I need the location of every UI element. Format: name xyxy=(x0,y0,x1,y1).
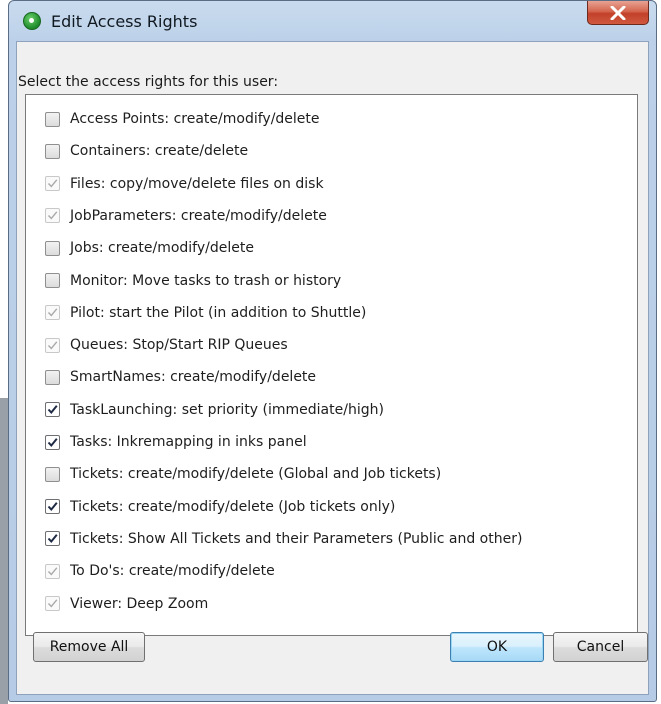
remove-all-button[interactable]: Remove All xyxy=(33,632,145,662)
checkmark-icon xyxy=(47,211,58,220)
permission-item[interactable]: Tickets: Show All Tickets and their Para… xyxy=(45,529,522,549)
permission-checkbox[interactable] xyxy=(45,240,60,256)
permission-checkbox[interactable] xyxy=(45,596,60,611)
permission-checkbox[interactable] xyxy=(45,563,60,579)
checkmark-icon xyxy=(47,599,58,608)
checkmark-icon xyxy=(47,567,58,576)
permission-label: Queues: Stop/Start RIP Queues xyxy=(70,337,288,354)
permission-label: SmartNames: create/modify/delete xyxy=(70,369,317,386)
permission-item[interactable]: JobParameters: create/modify/delete xyxy=(45,206,327,226)
permission-label: Tasks: Inkremapping in inks panel xyxy=(70,434,307,450)
permission-label: Pilot: start the Pilot (in addition to S… xyxy=(70,304,367,321)
permission-label: Jobs: create/modify/delete xyxy=(70,240,254,257)
permission-item[interactable]: Viewer: Deep Zoom xyxy=(45,594,208,614)
cancel-button[interactable]: Cancel xyxy=(553,632,648,662)
permission-label: Monitor: Move tasks to trash or history xyxy=(70,272,342,289)
permission-checkbox[interactable] xyxy=(45,208,60,224)
permission-label: To Do's: create/modify/delete xyxy=(70,563,275,580)
permission-checkbox[interactable] xyxy=(45,305,60,321)
close-icon xyxy=(610,5,626,20)
permission-checkbox[interactable] xyxy=(45,273,60,288)
permission-label: Access Points: create/modify/delete xyxy=(70,111,320,127)
checkmark-icon xyxy=(47,437,58,447)
permission-label: JobParameters: create/modify/delete xyxy=(70,207,327,224)
permission-label: TaskLaunching: set priority (immediate/h… xyxy=(70,401,384,418)
permission-item[interactable]: Jobs: create/modify/delete xyxy=(45,238,254,258)
checkmark-icon xyxy=(47,405,58,415)
title-bar[interactable]: Edit Access Rights xyxy=(9,1,656,41)
checkmark-icon xyxy=(47,308,58,317)
permission-checkbox[interactable] xyxy=(45,402,60,418)
instruction-label: Select the access rights for this user: xyxy=(18,74,279,90)
permission-label: Tickets: create/modify/delete (Job ticke… xyxy=(70,498,396,515)
permission-label: Tickets: Show All Tickets and their Para… xyxy=(70,530,523,547)
permission-label: Viewer: Deep Zoom xyxy=(70,595,209,612)
permission-checkbox[interactable] xyxy=(45,143,60,159)
permission-checkbox[interactable] xyxy=(45,531,60,547)
permission-item[interactable]: Tickets: create/modify/delete (Global an… xyxy=(45,464,441,484)
permissions-list: Access Points: create/modify/delete Conta… xyxy=(25,94,638,636)
permission-item[interactable]: To Do's: create/modify/delete xyxy=(45,561,275,581)
permission-label: Tickets: create/modify/delete (Global an… xyxy=(70,466,442,483)
checkmark-icon xyxy=(47,179,58,188)
permission-checkbox[interactable] xyxy=(45,499,60,515)
background-window-edge xyxy=(0,398,8,704)
permission-item[interactable]: Monitor: Move tasks to trash or history xyxy=(45,271,341,291)
permission-item[interactable]: TaskLaunching: set priority (immediate/h… xyxy=(45,400,384,420)
ok-button[interactable]: OK xyxy=(450,632,544,662)
permission-item[interactable]: Files: copy/move/delete files on disk xyxy=(45,174,324,194)
permission-item[interactable]: Containers: create/delete xyxy=(45,141,248,161)
permission-checkbox[interactable] xyxy=(45,434,60,450)
dialog-title: Edit Access Rights xyxy=(51,12,198,31)
permission-checkbox[interactable] xyxy=(45,369,60,385)
permission-item[interactable]: Pilot: start the Pilot (in addition to S… xyxy=(45,303,366,323)
permission-checkbox[interactable] xyxy=(45,111,60,127)
permission-label: Files: copy/move/delete files on disk xyxy=(70,175,324,192)
permission-label: Containers: create/delete xyxy=(70,143,249,160)
permission-item[interactable]: Tasks: Inkremapping in inks panel xyxy=(45,432,307,452)
permission-item[interactable]: SmartNames: create/modify/delete xyxy=(45,367,316,387)
close-button[interactable] xyxy=(587,1,649,25)
permission-checkbox[interactable] xyxy=(45,337,60,353)
permission-checkbox[interactable] xyxy=(45,466,60,482)
checkmark-icon xyxy=(47,534,58,544)
permission-item[interactable]: Tickets: create/modify/delete (Job ticke… xyxy=(45,497,395,517)
permission-item[interactable]: Access Points: create/modify/delete xyxy=(45,109,320,129)
permission-item[interactable]: Queues: Stop/Start RIP Queues xyxy=(45,335,288,355)
permission-checkbox[interactable] xyxy=(45,176,60,192)
checkmark-icon xyxy=(47,340,58,350)
checkmark-icon xyxy=(47,502,58,512)
app-icon xyxy=(23,12,41,30)
